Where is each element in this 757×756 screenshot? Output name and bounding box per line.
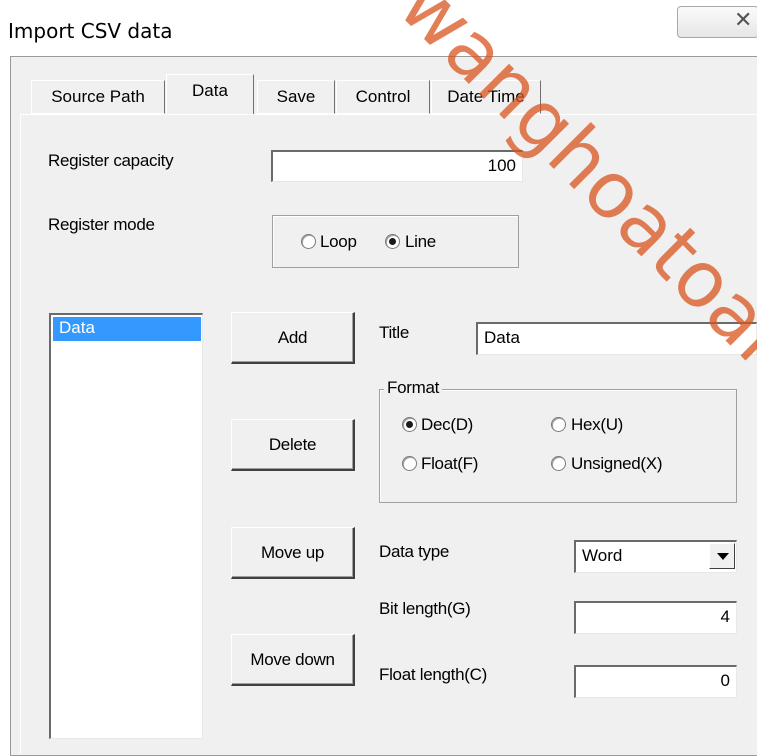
move-up-button-label: Move up	[260, 543, 325, 562]
tab-source-path[interactable]: Source Path	[31, 80, 165, 114]
window-title: Import CSV data	[8, 19, 173, 43]
data-listbox[interactable]: Data	[49, 313, 203, 739]
data-type-label: Data type	[379, 542, 450, 561]
tab-label: Date Time	[447, 87, 525, 106]
tab-data[interactable]: Data	[166, 74, 254, 114]
register-mode-label: Register mode	[48, 215, 155, 234]
move-down-button[interactable]: Move down	[231, 634, 355, 686]
title-bar: Import CSV data ✕	[0, 0, 757, 56]
list-item-label: Data	[59, 318, 95, 337]
format-group	[379, 389, 737, 503]
mode-line-label: Line	[405, 232, 436, 251]
close-icon: ✕	[734, 8, 753, 33]
format-dec-radio[interactable]	[402, 417, 417, 432]
format-float-label: Float(F)	[421, 454, 479, 473]
add-button-label: Add	[277, 328, 308, 347]
tab-label: Source Path	[51, 87, 145, 106]
float-length-label: Float length(C)	[379, 665, 487, 684]
tab-date-time[interactable]: Date Time	[431, 80, 541, 114]
delete-button[interactable]: Delete	[231, 419, 355, 471]
chevron-down-icon[interactable]	[709, 543, 735, 569]
tab-save[interactable]: Save	[257, 80, 335, 114]
float-length-input[interactable]: 0	[574, 665, 737, 698]
delete-button-label: Delete	[268, 435, 317, 454]
format-float-radio[interactable]	[402, 456, 417, 471]
bit-length-input[interactable]: 4	[574, 601, 737, 634]
mode-loop-radio[interactable]	[301, 234, 316, 249]
title-input[interactable]: Data	[476, 322, 757, 355]
register-capacity-label: Register capacity	[48, 151, 174, 170]
move-up-button[interactable]: Move up	[231, 527, 355, 579]
title-value: Data	[484, 328, 520, 347]
float-length-value: 0	[720, 671, 730, 690]
data-type-value: Word	[582, 546, 623, 565]
list-item[interactable]: Data	[53, 317, 201, 341]
format-unsigned-label: Unsigned(X)	[571, 454, 663, 473]
register-capacity-value: 100	[487, 156, 516, 175]
data-type-select[interactable]: Word	[574, 540, 737, 573]
tab-control[interactable]: Control	[336, 80, 430, 114]
format-caption: Format	[384, 378, 443, 398]
tab-label: Data	[192, 81, 228, 100]
mode-line-radio[interactable]	[385, 234, 400, 249]
bit-length-label: Bit length(G)	[379, 599, 471, 618]
format-dec-label: Dec(D)	[421, 415, 474, 434]
tab-label: Control	[355, 87, 411, 106]
format-hex-label: Hex(U)	[571, 415, 624, 434]
tab-label: Save	[276, 87, 316, 106]
mode-loop-label: Loop	[320, 232, 357, 251]
format-unsigned-radio[interactable]	[551, 456, 566, 471]
register-capacity-input[interactable]: 100	[271, 150, 523, 182]
close-button[interactable]: ✕	[677, 6, 757, 38]
move-down-button-label: Move down	[250, 650, 335, 669]
format-hex-radio[interactable]	[551, 417, 566, 432]
add-button[interactable]: Add	[231, 312, 355, 364]
bit-length-value: 4	[720, 607, 730, 626]
title-label: Title	[379, 323, 409, 342]
